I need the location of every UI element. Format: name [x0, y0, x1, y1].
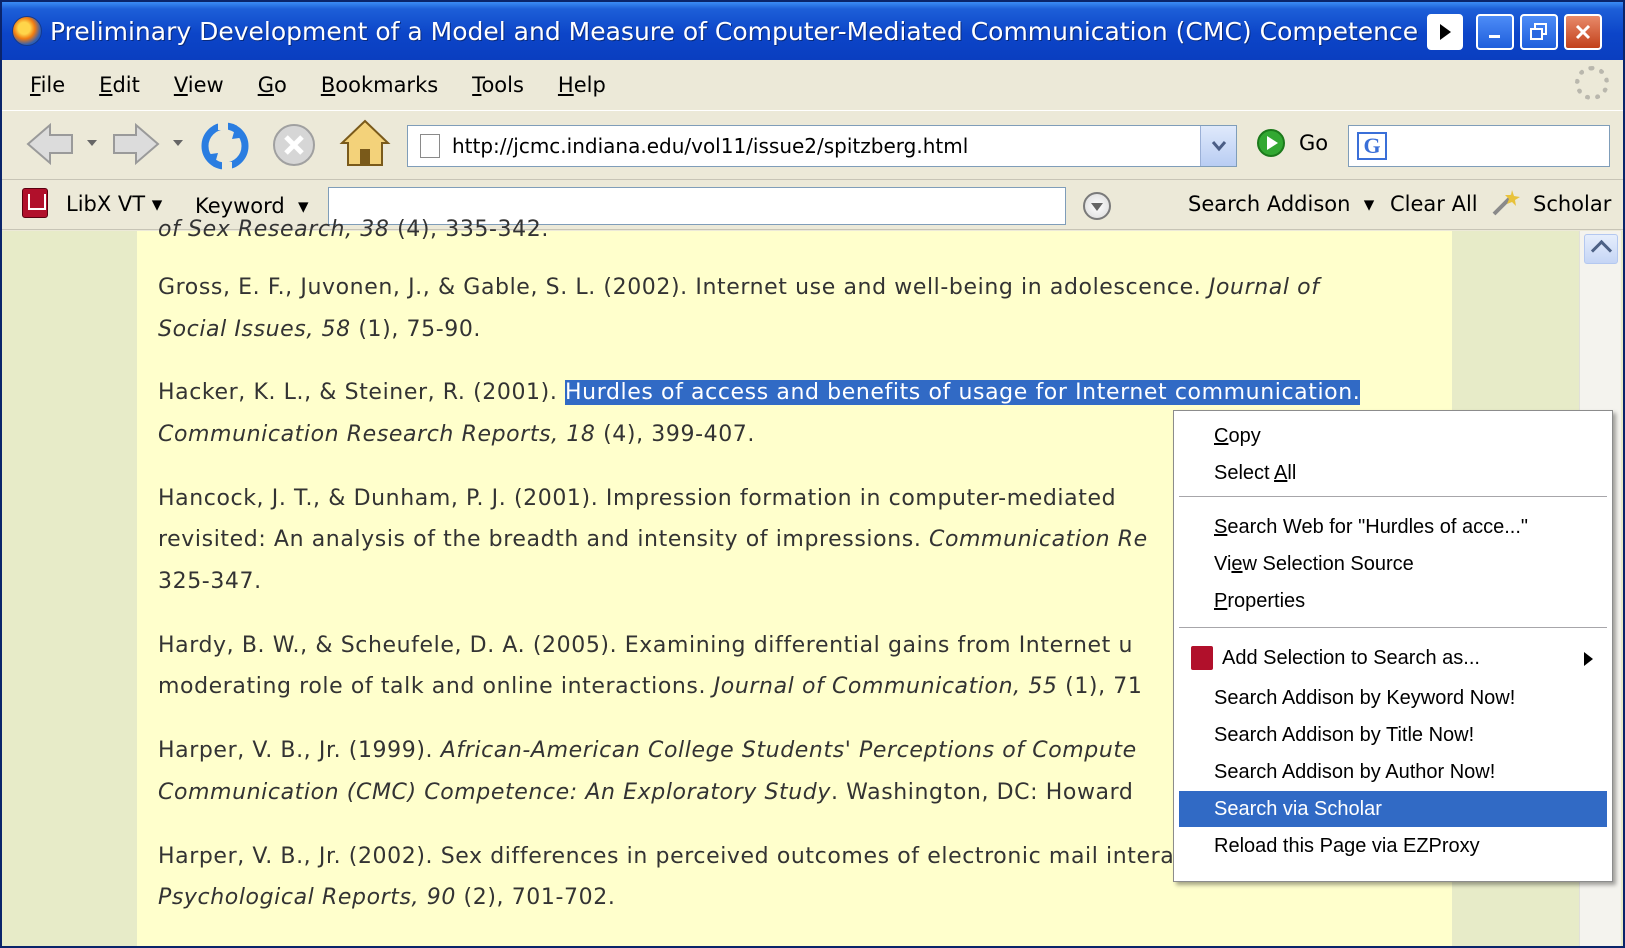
restore-icon [1530, 23, 1547, 40]
firefox-icon [12, 16, 42, 46]
go-arrow-icon [1257, 129, 1285, 157]
menu-item-add-selection-to-search[interactable]: Add Selection to Search as... [1179, 640, 1607, 676]
libx-search-type-dropdown[interactable]: Keyword ▾ [195, 194, 309, 218]
back-arrow-icon[interactable] [24, 121, 76, 167]
menu-item-select-all[interactable]: Select All [1179, 455, 1607, 491]
menu-item-search-addison-keyword[interactable]: Search Addison by Keyword Now! [1179, 680, 1607, 716]
reference-line: 325-347. [158, 569, 262, 594]
forward-arrow-icon[interactable] [110, 121, 162, 167]
google-search-box[interactable]: G [1348, 125, 1610, 167]
go-button[interactable]: Go [1257, 129, 1328, 157]
menu-item-search-addison-author[interactable]: Search Addison by Author Now! [1179, 754, 1607, 790]
reference-line: Social Issues, 58 (1), 75-90. [158, 317, 482, 342]
scholar-button[interactable]: Scholar [1533, 192, 1611, 216]
menu-bar: File Edit View Go Bookmarks Tools Help [2, 60, 1623, 110]
play-arrow-icon [1440, 24, 1451, 40]
browser-window: Preliminary Development of a Model and M… [0, 0, 1625, 948]
url-text[interactable]: http://jcmc.indiana.edu/vol11/issue2/spi… [452, 134, 968, 158]
scroll-up-button[interactable] [1584, 234, 1618, 264]
reference-line: revisited: An analysis of the breadth an… [158, 527, 1148, 552]
forward-dropdown-icon[interactable] [172, 137, 186, 149]
back-dropdown-icon[interactable] [86, 137, 100, 149]
menu-item-view-selection-source[interactable]: View Selection Source [1179, 546, 1607, 582]
menu-view[interactable]: View [174, 73, 224, 97]
menu-item-search-web[interactable]: Search Web for "Hurdles of acce..." [1179, 509, 1607, 545]
libx-edition-menu[interactable]: LibX VT ▾ [66, 192, 162, 216]
search-addison-button[interactable]: Search Addison ▾ [1188, 192, 1374, 216]
menu-separator [1179, 496, 1607, 497]
menu-edit[interactable]: Edit [99, 73, 140, 97]
reference-line: Hacker, K. L., & Steiner, R. (2001). Hur… [158, 380, 1361, 405]
menu-item-copy[interactable]: Copy [1179, 418, 1607, 454]
reference-line: of Sex Research, 38 (4), 335-342. [158, 217, 549, 242]
libx-logo-icon [22, 188, 48, 218]
menu-item-search-via-scholar[interactable]: Search via Scholar [1179, 791, 1607, 827]
menu-help[interactable]: Help [558, 73, 606, 97]
go-label: Go [1299, 131, 1329, 155]
reference-line: Harper, V. B., Jr. (1999). African-Ameri… [158, 738, 1137, 763]
menu-item-properties[interactable]: Properties [1179, 583, 1607, 619]
reference-line: Hancock, J. T., & Dunham, P. J. (2001). … [158, 486, 1117, 511]
menu-item-search-addison-title[interactable]: Search Addison by Title Now! [1179, 717, 1607, 753]
libx-logo-icon [1191, 646, 1213, 670]
window-title: Preliminary Development of a Model and M… [50, 16, 1420, 46]
title-bar[interactable]: Preliminary Development of a Model and M… [2, 2, 1623, 60]
context-menu: Copy Select All Search Web for "Hurdles … [1173, 410, 1613, 882]
home-icon[interactable] [338, 117, 392, 171]
restore-button[interactable] [1520, 14, 1558, 50]
navigation-toolbar: http://jcmc.indiana.edu/vol11/issue2/spi… [2, 110, 1623, 180]
reference-line: Gross, E. F., Juvonen, J., & Gable, S. L… [158, 275, 1320, 300]
stop-icon[interactable] [270, 121, 318, 169]
url-bar[interactable]: http://jcmc.indiana.edu/vol11/issue2/spi… [407, 125, 1237, 167]
url-history-dropdown[interactable] [1200, 126, 1236, 166]
reference-line: Communication (CMC) Competence: An Explo… [158, 780, 1134, 805]
selected-text[interactable]: Hurdles of access and benefits of usage … [565, 380, 1361, 405]
menu-bookmarks[interactable]: Bookmarks [321, 73, 438, 97]
reference-line: Harper, V. B., Jr. (2002). Sex differenc… [158, 844, 1252, 869]
magic-wand-icon [1492, 190, 1520, 216]
title-scroll-arrow-button[interactable] [1427, 14, 1463, 50]
minimize-button[interactable] [1476, 14, 1514, 50]
reference-line: Communication Research Reports, 18 (4), … [158, 422, 755, 447]
close-button[interactable] [1564, 14, 1602, 50]
menu-separator [1179, 627, 1607, 628]
reload-icon[interactable] [200, 121, 250, 171]
submenu-arrow-icon [1584, 652, 1593, 666]
menu-tools[interactable]: Tools [472, 73, 524, 97]
minimize-icon [1489, 35, 1500, 38]
menu-go[interactable]: Go [258, 73, 287, 97]
page-icon [420, 134, 440, 158]
reference-line: Hardy, B. W., & Scheufele, D. A. (2005).… [158, 633, 1134, 658]
clear-all-button[interactable]: Clear All [1390, 192, 1478, 216]
close-icon [1575, 24, 1591, 40]
google-icon[interactable]: G [1357, 132, 1387, 160]
reference-line: Psychological Reports, 90 (2), 701-702. [158, 885, 616, 910]
menu-item-reload-via-ezproxy[interactable]: Reload this Page via EZProxy [1179, 828, 1607, 864]
chevron-down-icon [1211, 141, 1226, 152]
throbber-icon [1575, 66, 1609, 100]
reference-line: moderating role of talk and online inter… [158, 674, 1143, 699]
libx-search-options-icon[interactable] [1083, 192, 1111, 220]
menu-file[interactable]: File [30, 73, 65, 97]
